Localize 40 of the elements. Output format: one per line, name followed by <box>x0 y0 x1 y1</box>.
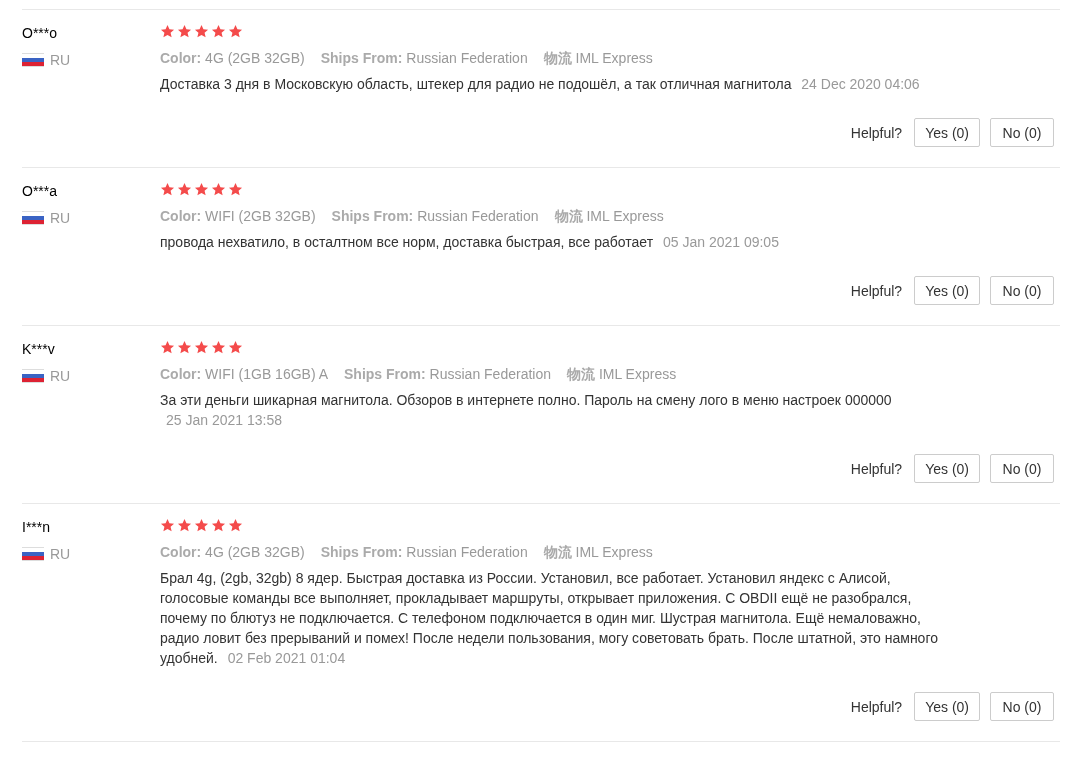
helpful-label: Helpful? <box>850 124 903 141</box>
no-button[interactable]: No (0) <box>990 276 1054 305</box>
logistics: 物流 IML Express <box>567 366 677 384</box>
no-button[interactable]: No (0) <box>990 692 1054 721</box>
yes-button[interactable]: Yes (0) <box>914 118 980 147</box>
reviewer-name: O***a <box>22 183 58 199</box>
reviewer-name: O***o <box>22 25 58 41</box>
helpful-label: Helpful? <box>850 698 903 715</box>
logistics: 物流 IML Express <box>543 544 653 562</box>
yes-button[interactable]: Yes (0) <box>914 276 980 305</box>
country-code: RU <box>50 546 71 562</box>
logistics: 物流 IML Express <box>543 50 653 68</box>
ships-from: Ships From: Russian Federation <box>331 208 539 226</box>
ships-from: Ships From: Russian Federation <box>320 544 528 562</box>
product-color: Color: WIFI (2GB 32GB) <box>160 208 316 226</box>
country-code: RU <box>50 210 71 226</box>
country-code: RU <box>50 52 71 68</box>
flag-icon <box>22 547 44 561</box>
reviewer-name: K***v <box>22 341 55 357</box>
product-color: Color: 4G (2GB 32GB) <box>160 544 305 562</box>
review-text: Доставка 3 дня в Московскую область, штекер для радио не подошёл, а так отличная магнитола 24 Dec 2020 04:06 <box>160 75 921 94</box>
product-color: Color: WIFI (1GB 16GB) A <box>160 366 329 384</box>
no-button[interactable]: No (0) <box>990 118 1054 147</box>
ships-from: Ships From: Russian Federation <box>320 50 528 68</box>
helpful-label: Helpful? <box>850 282 903 299</box>
flag-icon <box>22 369 44 383</box>
reviewer-name: I***n <box>22 519 51 535</box>
review-text: провода нехватило, в осталтном все норм, доставка быстрая, все работает 05 Jan 2021 09:05 <box>160 233 780 252</box>
country-code: RU <box>50 368 71 384</box>
review-text: За эти деньги шикарная магнитола. Обзоров в интернете полно. Пароль на смену лого в меню настроек 000000 25 Jan 2021 13:58 <box>160 391 893 430</box>
logistics: 物流 IML Express <box>554 208 664 226</box>
no-button[interactable]: No (0) <box>990 454 1054 483</box>
product-color: Color: 4G (2GB 32GB) <box>160 50 305 68</box>
yes-button[interactable]: Yes (0) <box>914 454 980 483</box>
ships-from: Ships From: Russian Federation <box>344 366 551 384</box>
yes-button[interactable]: Yes (0) <box>914 692 980 721</box>
flag-icon <box>22 53 44 67</box>
review-text: Брал 4g, (2gb, 32gb) 8 ядер. Быстрая доставка из России. Установил, все работает. Установил яндекс с Алисой, голосовые команды все выполняет, прокладывает маршруты, открывает приложения. С OBDII ещё не разобрался, почему по блютуз не подключается. С телефоном подключается в один миг. Шустрая магнитола. Ещё немаловажно, радио ловит без прерываний и помех! После недели пользования, могу советовать брать. После штатной, это намного удобней. 02 Feb 2021 01:04 <box>160 569 939 668</box>
flag-icon <box>22 211 44 225</box>
helpful-label: Helpful? <box>850 460 903 477</box>
